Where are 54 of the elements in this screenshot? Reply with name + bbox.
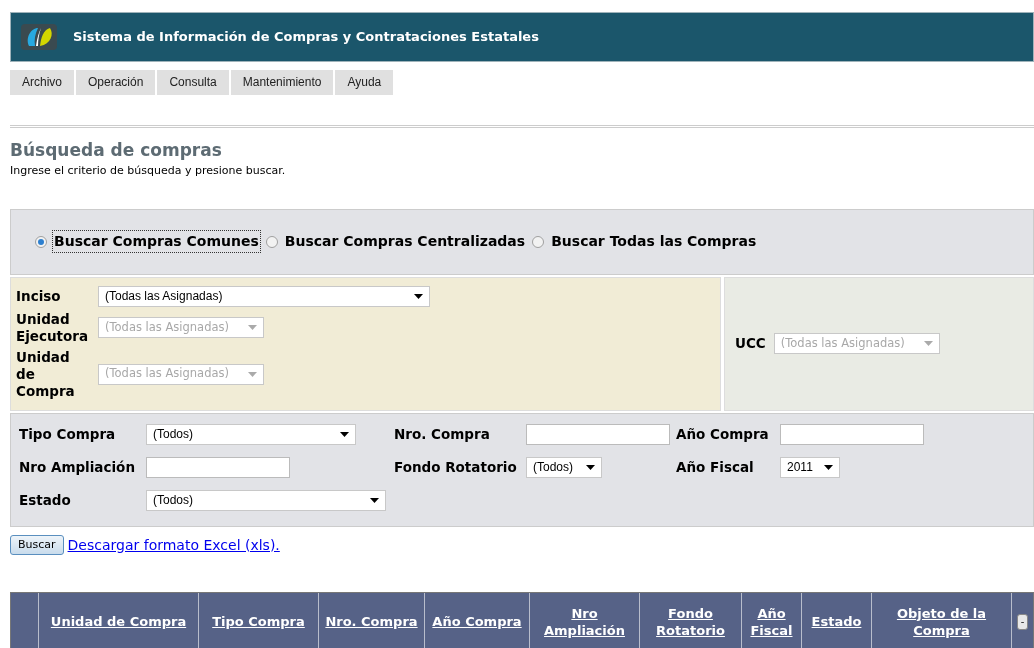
collapse-button[interactable]: - — [1016, 613, 1029, 630]
page-subtitle: Ingrese el criterio de búsqueda y presione buscar. — [10, 163, 287, 179]
field-label: Nro Ampliación — [19, 458, 136, 476]
input-field[interactable] — [526, 423, 670, 445]
caret-icon — [370, 497, 379, 503]
column-header[interactable]: Objeto de la Compra — [871, 592, 1011, 648]
column-header[interactable]: Unidad de Compra — [38, 592, 198, 648]
caret-icon — [414, 293, 423, 299]
field-label: Año Fiscal — [676, 458, 755, 476]
field-label: Unidad Ejecutora — [16, 310, 90, 345]
menu-item[interactable]: Mantenimiento — [230, 70, 334, 95]
column-header[interactable]: Nro. Compra — [318, 592, 424, 648]
select-field[interactable]: (Todos) — [526, 456, 602, 478]
caret-icon — [824, 464, 833, 470]
input-field[interactable] — [780, 423, 924, 445]
field-label: Estado — [19, 491, 72, 509]
header-title: Sistema de Información de Compras y Contrataciones Estatales — [73, 28, 539, 47]
radio-label[interactable]: Buscar Todas las Compras — [550, 231, 758, 252]
select-field[interactable]: (Todos) — [146, 423, 356, 445]
column-header[interactable]: Nro Ampliación — [529, 592, 639, 648]
logo-icon — [21, 24, 57, 50]
column-header[interactable]: Año Compra — [424, 592, 529, 648]
radio-button[interactable] — [532, 235, 545, 248]
field-label: Unidad de Compra — [16, 348, 76, 400]
radio-button[interactable] — [35, 235, 47, 248]
caret-icon — [248, 325, 257, 330]
excel-download-link[interactable]: Descargar formato Excel (xls). — [67, 534, 280, 556]
radio-label[interactable]: Buscar Compras Centralizadas — [283, 231, 527, 252]
menu-item[interactable]: Ayuda — [335, 70, 394, 95]
field-label: Nro. Compra — [394, 425, 491, 443]
field-label: UCC — [735, 335, 766, 352]
caret-icon — [586, 464, 595, 470]
select-field[interactable]: (Todos) — [146, 489, 386, 511]
radio-label[interactable]: Buscar Compras Comunes — [53, 231, 260, 252]
field-label: Año Compra — [676, 425, 770, 443]
field-label: Tipo Compra — [19, 425, 117, 443]
input-field[interactable] — [146, 456, 290, 478]
menu-item[interactable]: Consulta — [157, 70, 229, 95]
column-header[interactable]: Año Fiscal — [741, 592, 801, 648]
field-label: Inciso — [16, 287, 62, 305]
radio-button[interactable] — [265, 235, 278, 248]
column-header[interactable]: Estado — [801, 592, 871, 648]
menu-item[interactable]: Archivo — [10, 70, 74, 95]
column-header[interactable]: Tipo Compra — [198, 592, 318, 648]
menu-item[interactable]: Operación — [76, 70, 156, 95]
field-label: Fondo Rotatorio — [394, 458, 518, 476]
select-field[interactable]: 2011 — [780, 456, 840, 478]
page-title: Búsqueda de compras — [10, 140, 223, 160]
select-field[interactable]: (Todas las Asignadas) — [98, 285, 430, 307]
caret-icon — [923, 341, 933, 346]
search-button[interactable]: Buscar — [10, 534, 64, 556]
caret-icon — [340, 431, 349, 437]
caret-icon — [248, 371, 257, 377]
column-header[interactable]: Fondo Rotatorio — [639, 592, 741, 648]
